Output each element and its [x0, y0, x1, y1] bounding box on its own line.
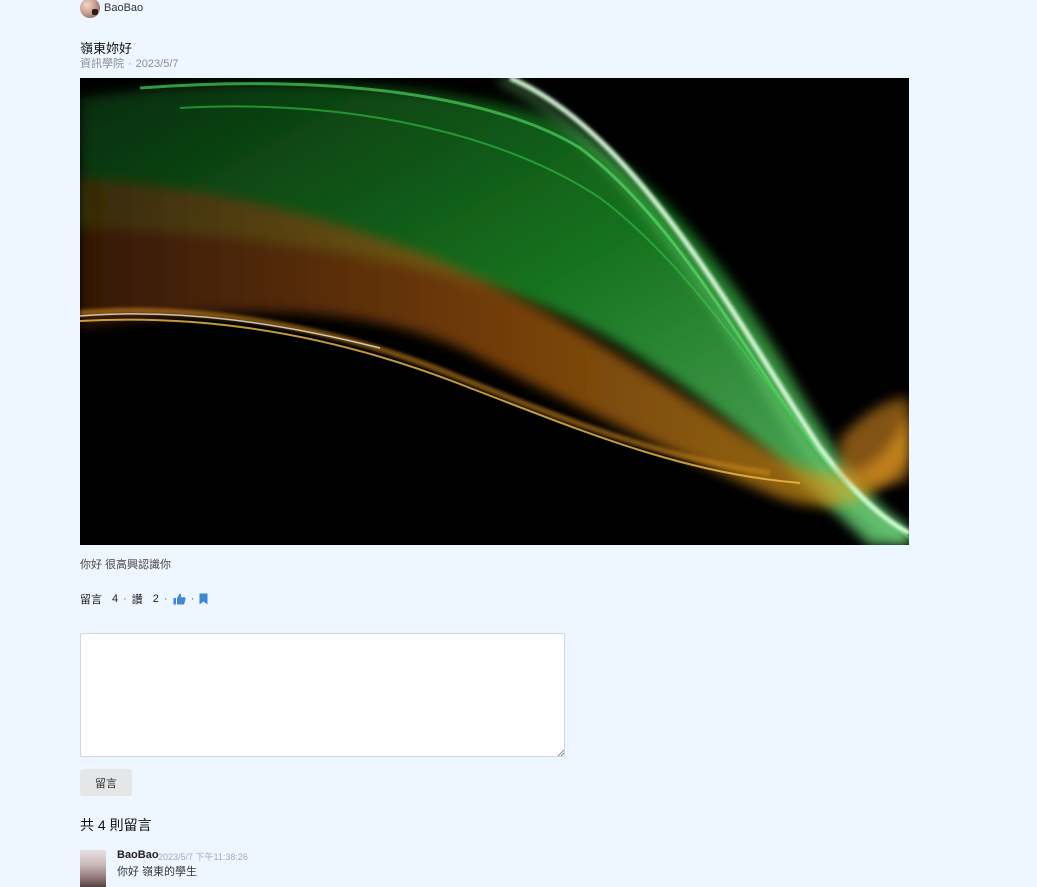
author-name[interactable]: BaoBao — [104, 2, 143, 14]
stats-separator: · — [190, 593, 195, 605]
submit-comment-button[interactable]: 留言 — [80, 769, 132, 796]
post-author[interactable]: BaoBao — [80, 0, 143, 18]
like-button[interactable] — [173, 593, 186, 605]
meta-separator: · — [128, 58, 132, 70]
comment-text: 你好 嶺東的學生 — [117, 866, 198, 878]
comment-input[interactable] — [80, 633, 565, 757]
light-streak-image — [80, 78, 909, 545]
comment-author[interactable]: BaoBao — [117, 849, 159, 861]
commenter-avatar[interactable] — [80, 850, 106, 887]
bookmark-icon — [199, 593, 208, 605]
comment-time: 2023/5/7 下午11:38:26 — [158, 852, 248, 862]
comments-label: 留言 — [80, 594, 102, 606]
bookmark-button[interactable] — [199, 593, 208, 605]
resize-handle-icon[interactable] — [557, 749, 565, 757]
post-stats: 留言 4 · 讚 2 · · — [80, 591, 208, 607]
comments-heading: 共 4 則留言 — [80, 817, 152, 833]
likes-count: 2 — [152, 593, 159, 605]
stats-separator: · — [163, 593, 168, 605]
post-image — [80, 78, 909, 545]
comment-item: BaoBao 2023/5/7 下午11:38:26 你好 嶺東的學生 — [80, 849, 680, 887]
post-body: 你好 很高興認識你 — [80, 559, 172, 571]
author-avatar[interactable] — [80, 0, 100, 18]
stats-separator: · — [123, 593, 127, 605]
likes-label: 讚 — [131, 594, 143, 606]
comments-count: 4 — [112, 593, 119, 605]
post-category[interactable]: 資訊學院 — [80, 58, 124, 70]
post-page: BaoBao 嶺東妳好 資訊學院 · 2023/5/7 你好 很高興認識你 留言… — [0, 0, 1037, 887]
post-meta: 資訊學院 · 2023/5/7 — [80, 55, 179, 71]
thumbs-up-icon — [173, 593, 186, 605]
post-date: 2023/5/7 — [135, 58, 179, 70]
